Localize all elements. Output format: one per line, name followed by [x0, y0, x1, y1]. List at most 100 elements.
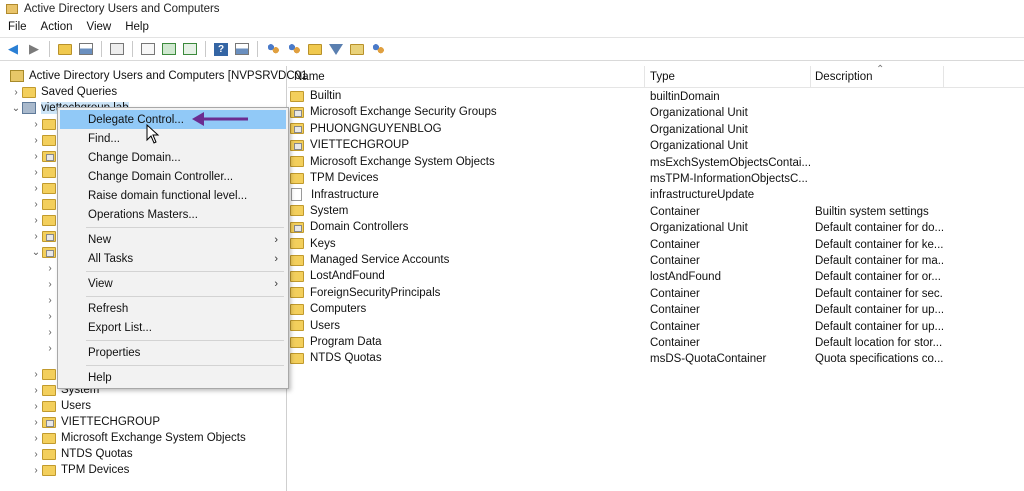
- list-row-name-text: Builtin: [310, 90, 342, 102]
- chevron-right-icon[interactable]: ›: [44, 327, 56, 338]
- column-header-type[interactable]: Type: [650, 71, 675, 83]
- delegate-icon[interactable]: [369, 40, 387, 58]
- export-icon[interactable]: [181, 40, 199, 58]
- menu-item-refresh[interactable]: Refresh: [60, 299, 286, 318]
- group-icon[interactable]: [285, 40, 303, 58]
- chevron-right-icon[interactable]: ›: [30, 135, 42, 146]
- menu-item-raise-functional-level[interactable]: Raise domain functional level...: [60, 186, 286, 205]
- menu-item-new[interactable]: New ›: [60, 230, 286, 249]
- chevron-right-icon[interactable]: ›: [30, 231, 42, 242]
- chevron-down-icon[interactable]: ⌄: [10, 103, 22, 114]
- menu-item-all-tasks[interactable]: All Tasks ›: [60, 249, 286, 268]
- list-row[interactable]: Infrastructure infrastructureUpdate: [288, 187, 1024, 203]
- list-row[interactable]: System Container Builtin system settings: [288, 204, 1024, 220]
- menu-item-delegate-control[interactable]: Delegate Control...: [60, 110, 286, 129]
- list-row[interactable]: Microsoft Exchange System Objects msExchS…: [288, 155, 1024, 171]
- list-row[interactable]: VIETTECHGROUP Organizational Unit: [288, 138, 1024, 154]
- list-row[interactable]: Builtin builtinDomain: [288, 89, 1024, 105]
- menu-separator: [86, 365, 284, 366]
- console-icon[interactable]: [233, 40, 251, 58]
- list-row[interactable]: Managed Service Accounts Container Default…: [288, 253, 1024, 269]
- tree-item-saved-queries[interactable]: › Saved Queries: [10, 84, 117, 100]
- list-row[interactable]: Keys Container Default container for ke...: [288, 237, 1024, 253]
- folder-icon: [42, 400, 56, 412]
- list-row-name: Builtin: [290, 90, 341, 102]
- list-row[interactable]: Domain Controllers Organizational Unit Def…: [288, 220, 1024, 236]
- ou-folder-icon: [42, 246, 56, 258]
- up-folder-icon[interactable]: [56, 40, 74, 58]
- chevron-right-icon[interactable]: ›: [30, 465, 42, 476]
- column-header-description[interactable]: Description: [815, 71, 873, 83]
- list-row[interactable]: NTDS Quotas msDS-QuotaContainer Quota spec…: [288, 351, 1024, 367]
- column-header-name[interactable]: Name: [294, 71, 325, 83]
- chevron-right-icon[interactable]: ›: [44, 343, 56, 354]
- column-divider[interactable]: [644, 66, 645, 88]
- menu-action[interactable]: Action: [41, 21, 73, 33]
- chevron-right-icon[interactable]: ›: [30, 215, 42, 226]
- list-row[interactable]: Program Data Container Default location fo…: [288, 335, 1024, 351]
- menu-item-export-list[interactable]: Export List...: [60, 318, 286, 337]
- tree-item-ntds-quotas[interactable]: › NTDS Quotas: [30, 446, 132, 462]
- find-icon[interactable]: [348, 40, 366, 58]
- list-row[interactable]: ForeignSecurityPrincipals Container Defaul…: [288, 286, 1024, 302]
- tree-item-tpm-devices[interactable]: › TPM Devices: [30, 462, 129, 478]
- list-row[interactable]: TPM Devices msTPM-InformationObjectsC...: [288, 171, 1024, 187]
- column-divider[interactable]: [943, 66, 944, 88]
- chevron-right-icon[interactable]: ›: [30, 199, 42, 210]
- menu-item-operations-masters[interactable]: Operations Masters...: [60, 205, 286, 224]
- menu-item-properties[interactable]: Properties: [60, 343, 286, 362]
- tree-item[interactable]: ›: [44, 292, 56, 308]
- chevron-right-icon[interactable]: ›: [30, 369, 42, 380]
- chevron-right-icon[interactable]: ›: [30, 401, 42, 412]
- chevron-right-icon[interactable]: ›: [44, 311, 56, 322]
- chevron-right-icon[interactable]: ›: [44, 295, 56, 306]
- list-row[interactable]: Microsoft Exchange Security Groups Organi…: [288, 105, 1024, 121]
- menu-item-change-domain-controller[interactable]: Change Domain Controller...: [60, 167, 286, 186]
- chevron-right-icon[interactable]: ›: [30, 449, 42, 460]
- menu-view[interactable]: View: [87, 21, 112, 33]
- properties-icon[interactable]: [139, 40, 157, 58]
- list-row[interactable]: PHUONGNGUYENBLOG Organizational Unit: [288, 122, 1024, 138]
- chevron-right-icon[interactable]: ›: [30, 151, 42, 162]
- chevron-right-icon[interactable]: ›: [30, 433, 42, 444]
- menu-item-find[interactable]: Find...: [60, 129, 286, 148]
- tree-root[interactable]: Active Directory Users and Computers [NV…: [10, 68, 307, 84]
- tree-item-users[interactable]: › Users: [30, 398, 91, 414]
- copy-icon[interactable]: [108, 40, 126, 58]
- list-row[interactable]: Computers Container Default container for …: [288, 302, 1024, 318]
- list-row[interactable]: LostAndFound lostAndFound Default containe…: [288, 269, 1024, 285]
- tree-item[interactable]: ›: [44, 324, 56, 340]
- tree-item[interactable]: ›: [44, 340, 56, 356]
- chevron-right-icon[interactable]: ›: [30, 119, 42, 130]
- menu-item-label: Change Domain Controller...: [88, 170, 234, 183]
- menu-item-change-domain[interactable]: Change Domain...: [60, 148, 286, 167]
- tree-item[interactable]: ›: [44, 308, 56, 324]
- chevron-right-icon[interactable]: ›: [10, 87, 22, 98]
- menu-file[interactable]: File: [8, 21, 27, 33]
- show-tree-icon[interactable]: [77, 40, 95, 58]
- chevron-right-icon[interactable]: ›: [30, 167, 42, 178]
- back-icon[interactable]: ◀: [4, 40, 22, 58]
- chevron-right-icon[interactable]: ›: [30, 385, 42, 396]
- chevron-right-icon[interactable]: ›: [30, 183, 42, 194]
- refresh-icon[interactable]: [160, 40, 178, 58]
- chevron-right-icon[interactable]: ›: [44, 263, 56, 274]
- chevron-right-icon[interactable]: ›: [30, 417, 42, 428]
- column-divider[interactable]: [810, 66, 811, 88]
- menu-item-view[interactable]: View ›: [60, 274, 286, 293]
- user-icon[interactable]: [264, 40, 282, 58]
- list-row[interactable]: Users Container Default container for up..…: [288, 319, 1024, 335]
- filter-icon[interactable]: [327, 40, 345, 58]
- ou-icon[interactable]: [306, 40, 324, 58]
- menu-item-help[interactable]: Help: [60, 368, 286, 387]
- tree-item-exchange-system-objects[interactable]: › Microsoft Exchange System Objects: [30, 430, 245, 446]
- tree-item-label: TPM Devices: [61, 464, 130, 476]
- help-icon[interactable]: ?: [212, 40, 230, 58]
- tree-item[interactable]: ›: [44, 276, 56, 292]
- tree-item[interactable]: ›: [44, 260, 56, 276]
- chevron-down-icon[interactable]: ⌄: [30, 247, 42, 258]
- forward-icon[interactable]: ▶: [25, 40, 43, 58]
- menu-help[interactable]: Help: [125, 21, 149, 33]
- tree-item-viettechgroup[interactable]: › VIETTECHGROUP: [30, 414, 160, 430]
- chevron-right-icon[interactable]: ›: [44, 279, 56, 290]
